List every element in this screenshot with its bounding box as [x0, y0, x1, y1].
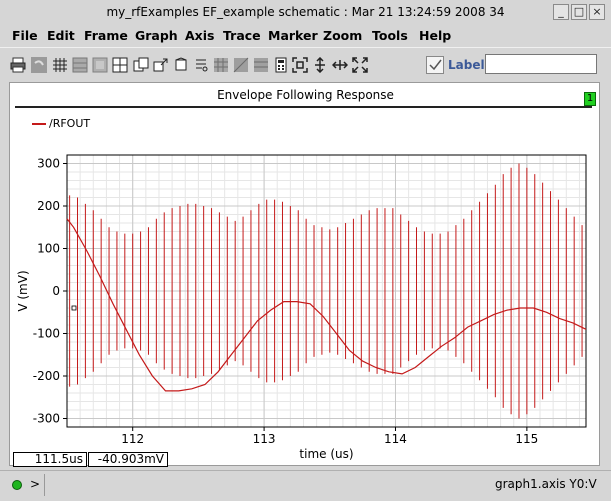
status-bar: > graph1.axis Y0:V	[0, 470, 611, 501]
y-tick-label: 0	[52, 284, 60, 298]
y-tick-label: -300	[33, 412, 60, 426]
cursor-marker	[71, 305, 77, 311]
y-tick-label: 100	[37, 242, 60, 256]
y-tick-label: 300	[37, 157, 60, 171]
status-led-icon	[12, 480, 22, 490]
x-tick-label: 114	[384, 432, 407, 446]
y-axis-label: V (mV)	[16, 270, 30, 311]
command-prompt[interactable]: >	[30, 477, 40, 491]
y-tick-label: 200	[37, 199, 60, 213]
y-tick-label: -100	[33, 327, 60, 341]
y-readout: -40.903mV	[88, 452, 168, 467]
axis-info: graph1.axis Y0:V	[495, 477, 597, 491]
x-tick-label: 112	[121, 432, 144, 446]
y-tick-label: -200	[33, 369, 60, 383]
x-axis-label: time (us)	[299, 447, 353, 461]
x-readout: 111.5us	[13, 452, 87, 467]
envelope-line	[66, 218, 587, 392]
x-tick-label: 113	[253, 432, 276, 446]
x-tick-label: 115	[515, 432, 538, 446]
plot-area[interactable]: 112 113 114 115 -300 -200 -100 0 100 200 300 time (…	[0, 0, 611, 500]
command-line[interactable]	[44, 474, 490, 496]
